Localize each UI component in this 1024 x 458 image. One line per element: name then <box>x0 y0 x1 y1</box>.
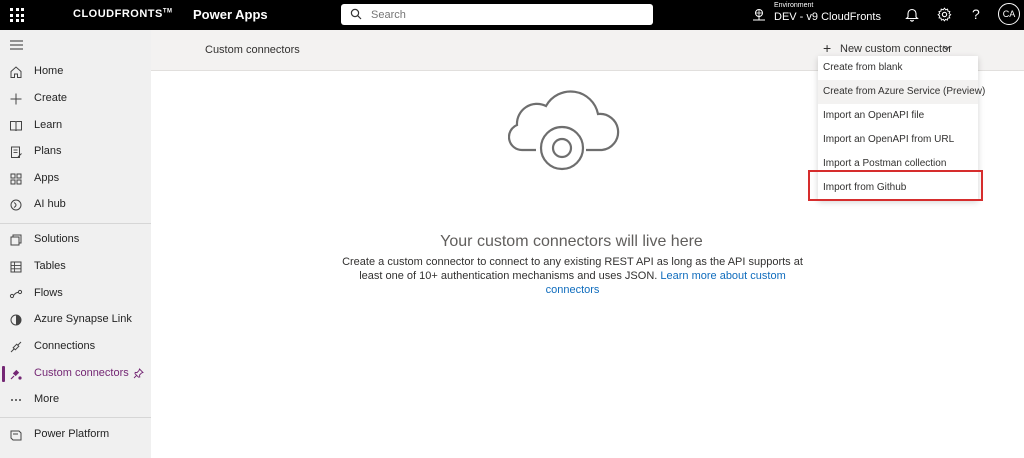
connections-icon <box>10 341 22 353</box>
sidebar-item-tables[interactable]: Tables <box>0 254 151 280</box>
environment-icon <box>753 9 765 21</box>
help-icon[interactable]: ? <box>972 6 980 22</box>
sidebar-item-label: Flows <box>34 287 63 299</box>
ai-hub-icon <box>10 199 22 211</box>
sidebar-item-label: Home <box>34 65 64 77</box>
menu-item-import-openapi-file[interactable]: Import an OpenAPI file <box>818 104 978 128</box>
left-navigation: Home Create Learn Plans Apps AI hub Solu… <box>0 30 151 458</box>
sidebar-divider <box>0 417 151 418</box>
page-title: Custom connectors <box>205 44 300 56</box>
sidebar-item-connections[interactable]: Connections <box>0 334 151 360</box>
environment-selector[interactable]: DEV - v9 CloudFronts <box>774 11 881 23</box>
menu-item-label: Create from blank <box>823 62 903 73</box>
menu-item-create-from-azure-service[interactable]: Create from Azure Service (Preview) <box>818 80 985 104</box>
cloud-connector-illustration <box>508 90 620 171</box>
sidebar-item-label: Apps <box>34 172 60 184</box>
waffle-icon[interactable] <box>10 8 24 22</box>
highlight-box <box>808 170 983 201</box>
plus-icon <box>10 93 22 105</box>
menu-item-create-from-blank[interactable]: Create from blank <box>818 56 978 80</box>
sidebar-item-create[interactable]: Create <box>0 86 151 112</box>
sidebar-item-solutions[interactable]: Solutions <box>0 227 151 253</box>
hamburger-icon[interactable] <box>10 40 24 50</box>
sidebar-item-custom-connectors[interactable]: Custom connectors <box>0 361 151 387</box>
sidebar-item-label: Connections <box>34 340 96 352</box>
sidebar-item-ai-hub[interactable]: AI hub <box>0 192 151 218</box>
sidebar-item-power-platform[interactable]: Power Platform <box>0 422 151 448</box>
sidebar-item-home[interactable]: Home <box>0 59 151 85</box>
plans-icon <box>11 146 22 158</box>
sidebar-item-label: Power Platform <box>34 428 110 440</box>
pin-icon[interactable] <box>133 368 144 379</box>
sidebar-item-label: AI hub <box>34 198 66 210</box>
sidebar-item-label: Create <box>34 92 68 104</box>
menu-item-label: Import an OpenAPI file <box>823 110 925 121</box>
environment-label: Environment <box>774 2 814 9</box>
chevron-down-icon <box>942 45 951 51</box>
sidebar-item-plans[interactable]: Plans <box>0 139 151 165</box>
sidebar-item-label: Custom connectors <box>34 367 129 379</box>
top-bar: CLOUDFRONTSTM Power Apps Environment DEV… <box>0 0 1024 30</box>
apps-icon <box>10 173 22 185</box>
bell-icon[interactable] <box>905 7 919 22</box>
search-box[interactable] <box>341 4 653 25</box>
sidebar-item-flows[interactable]: Flows <box>0 281 151 307</box>
menu-item-label: Import an OpenAPI from URL <box>823 134 955 145</box>
sidebar-item-label: Solutions <box>34 233 80 245</box>
active-indicator <box>2 366 5 382</box>
empty-state-title: Your custom connectors will live here <box>440 233 703 250</box>
custom-connectors-icon <box>10 369 22 380</box>
sidebar-item-label: Plans <box>34 145 62 157</box>
menu-item-label: Create from Azure Service (Preview) <box>823 86 986 97</box>
new-custom-connector-label: New custom connector <box>840 43 952 55</box>
synapse-icon <box>10 314 22 326</box>
search-input[interactable] <box>369 6 643 24</box>
table-icon <box>10 261 22 273</box>
solutions-icon <box>10 234 22 246</box>
brand-logo: CLOUDFRONTSTM <box>73 8 173 20</box>
gear-icon[interactable] <box>937 7 952 22</box>
plus-icon: + <box>823 40 832 56</box>
empty-state-description: Create a custom connector to connect to … <box>340 255 805 297</box>
book-icon <box>10 121 22 132</box>
sidebar-item-apps[interactable]: Apps <box>0 166 151 192</box>
search-icon <box>350 8 362 20</box>
sidebar-item-label: Azure Synapse Link <box>34 313 132 325</box>
sidebar-divider <box>0 223 151 224</box>
sidebar-item-more[interactable]: More <box>0 387 151 413</box>
flows-icon <box>9 289 23 299</box>
power-platform-icon <box>10 430 22 441</box>
sidebar-item-label: Tables <box>34 260 66 272</box>
home-icon <box>10 66 22 78</box>
app-name[interactable]: Power Apps <box>193 7 268 22</box>
menu-item-import-openapi-url[interactable]: Import an OpenAPI from URL <box>818 128 978 152</box>
sidebar-item-azure-synapse-link[interactable]: Azure Synapse Link <box>0 307 151 333</box>
sidebar-item-learn[interactable]: Learn <box>0 113 151 139</box>
menu-item-label: Import a Postman collection <box>823 158 947 169</box>
avatar[interactable]: CA <box>998 3 1020 25</box>
sidebar-item-label: Learn <box>34 119 63 131</box>
sidebar-item-label: More <box>34 393 60 405</box>
more-icon <box>11 399 21 401</box>
